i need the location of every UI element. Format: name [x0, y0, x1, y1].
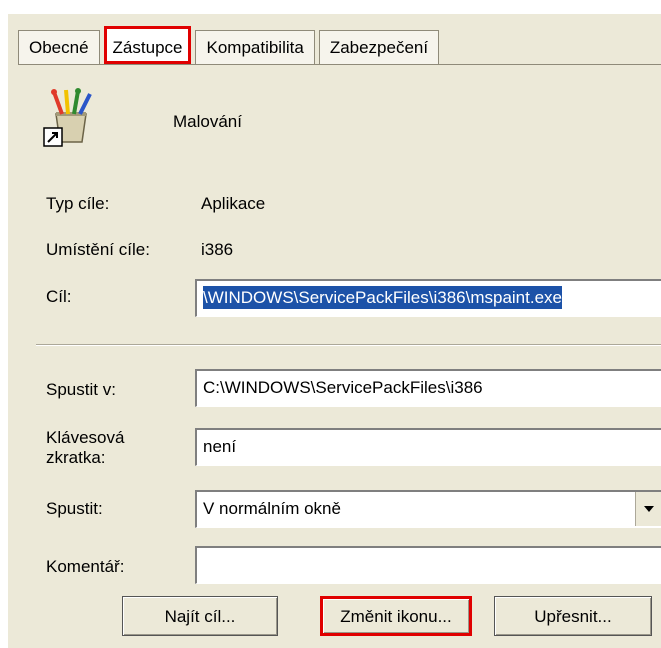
app-name: Malování: [173, 112, 242, 131]
change-icon-button[interactable]: Změnit ikonu...: [320, 596, 472, 636]
target-type-value: Aplikace: [201, 194, 266, 213]
comment-label: Komentář:: [46, 557, 125, 576]
dropdown-arrow-button[interactable]: [635, 492, 661, 526]
tab-compatibility[interactable]: Kompatibilita: [195, 30, 315, 64]
target-field[interactable]: \WINDOWS\ServicePackFiles\i386\mspaint.e…: [195, 279, 661, 317]
shortcut-key-field[interactable]: není: [195, 428, 661, 466]
chevron-down-icon: [643, 506, 654, 512]
paint-brushes-icon: [42, 88, 100, 148]
target-location-value: i386: [201, 240, 234, 259]
shortcut-key-label-line1: Klávesová: [46, 428, 125, 447]
run-label: Spustit:: [46, 499, 103, 518]
start-in-label: Spustit v:: [46, 380, 116, 399]
run-select-value: V normálním okně: [203, 499, 341, 518]
tab-general[interactable]: Obecné: [18, 30, 100, 64]
shortcut-key-label-line2: zkratka:: [46, 448, 106, 467]
target-location-label: Umístění cíle:: [46, 240, 150, 259]
find-target-button[interactable]: Najít cíl...: [122, 596, 278, 636]
tab-strip: Obecné Zástupce Kompatibilita Zabezpečen…: [18, 26, 440, 64]
separator: [36, 344, 661, 346]
shortcut-key-label: Klávesová zkratka:: [46, 428, 124, 468]
tab-security[interactable]: Zabezpečení: [318, 30, 440, 64]
start-in-field[interactable]: C:\WINDOWS\ServicePackFiles\i386: [195, 369, 661, 407]
target-value: \WINDOWS\ServicePackFiles\i386\mspaint.e…: [203, 286, 562, 309]
target-label: Cíl:: [46, 287, 72, 306]
advanced-button[interactable]: Upřesnit...: [494, 596, 652, 636]
tab-shortcut[interactable]: Zástupce: [103, 26, 192, 64]
comment-field[interactable]: [195, 546, 661, 584]
target-type-label: Typ cíle:: [46, 194, 110, 213]
run-select[interactable]: V normálním okně: [195, 490, 661, 528]
